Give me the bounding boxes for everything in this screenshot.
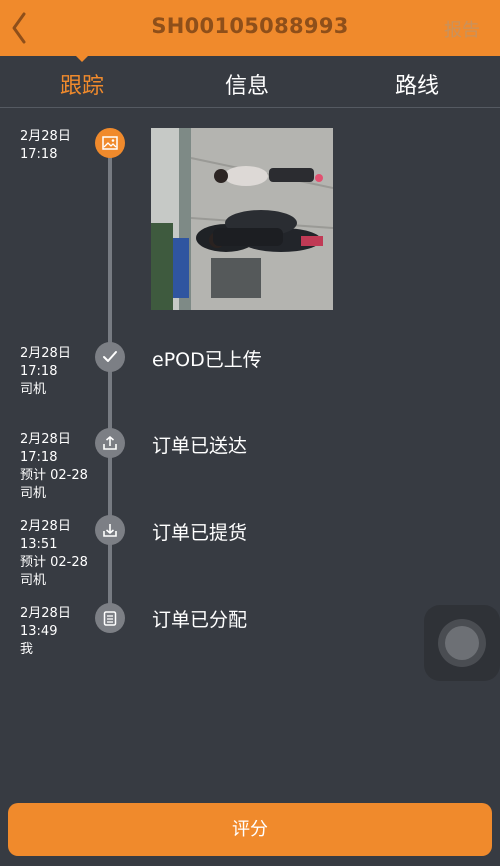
event-actor: 司机 bbox=[20, 486, 47, 501]
event-date: 2月28日 bbox=[20, 346, 71, 361]
event-meta: 2月28日 17:18 司机 bbox=[20, 345, 71, 399]
event-meta: 2月28日 13:49 我 bbox=[20, 605, 71, 659]
event-time: 13:49 bbox=[20, 624, 58, 639]
event-actor: 我 bbox=[20, 642, 34, 657]
tab-bar: 跟踪 信息 路线 bbox=[0, 56, 500, 108]
report-button[interactable]: 报告 bbox=[444, 16, 480, 42]
delivery-photo-image bbox=[151, 128, 333, 310]
status-node bbox=[95, 603, 125, 633]
tab-info[interactable]: 信息 bbox=[187, 68, 307, 100]
header-bar: SH00105088993 报告 bbox=[0, 0, 500, 56]
event-estimate: 预计 02-28 bbox=[20, 555, 88, 570]
event-date: 2月28日 bbox=[20, 129, 71, 144]
tab-tracking[interactable]: 跟踪 bbox=[22, 68, 142, 100]
order-number-title: SH00105088993 bbox=[151, 14, 349, 38]
timeline-line bbox=[108, 142, 112, 617]
status-node bbox=[95, 342, 125, 372]
event-date: 2月28日 bbox=[20, 519, 71, 534]
assistive-touch-button[interactable] bbox=[424, 605, 500, 681]
event-label: 订单已分配 bbox=[152, 609, 248, 631]
event-meta: 2月28日 13:51 预计 02-28 司机 bbox=[20, 518, 88, 590]
image-icon bbox=[102, 136, 118, 150]
check-icon bbox=[103, 351, 117, 362]
event-label: 订单已送达 bbox=[152, 435, 248, 457]
event-meta: 2月28日 17:18 预计 02-28 司机 bbox=[20, 431, 88, 503]
event-estimate: 预计 02-28 bbox=[20, 468, 88, 483]
event-label: 订单已提货 bbox=[152, 522, 248, 544]
event-time: 17:18 bbox=[20, 450, 58, 465]
status-node bbox=[95, 428, 125, 458]
download-icon bbox=[103, 524, 117, 537]
upload-icon bbox=[103, 435, 117, 450]
event-date: 2月28日 bbox=[20, 432, 71, 447]
event-label: ePOD已上传 bbox=[152, 349, 262, 371]
event-actor: 司机 bbox=[20, 382, 47, 397]
delivery-photo[interactable] bbox=[151, 128, 333, 310]
image-node bbox=[95, 128, 125, 158]
event-time: 13:51 bbox=[20, 537, 58, 552]
assistive-touch-dot bbox=[445, 626, 479, 660]
event-date: 2月28日 bbox=[20, 606, 71, 621]
clipboard-icon bbox=[103, 611, 117, 626]
rate-button[interactable]: 评分 bbox=[8, 803, 492, 856]
event-meta: 2月28日 17:18 bbox=[20, 128, 71, 164]
event-actor: 司机 bbox=[20, 573, 47, 588]
status-node bbox=[95, 515, 125, 545]
event-time: 17:18 bbox=[20, 364, 58, 379]
event-time: 17:18 bbox=[20, 147, 58, 162]
tab-route[interactable]: 路线 bbox=[357, 68, 477, 100]
